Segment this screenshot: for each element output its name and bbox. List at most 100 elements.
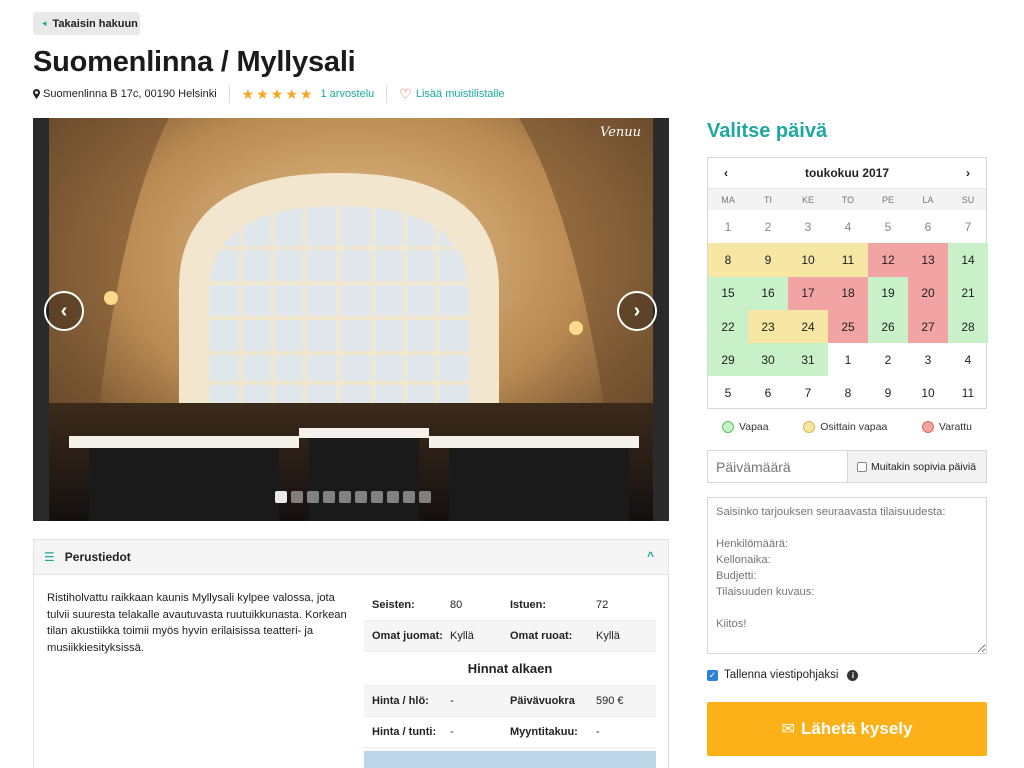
gallery-dot[interactable] [387,491,399,503]
gallery-dot[interactable] [355,491,367,503]
calendar-day[interactable]: 18 [828,276,868,310]
gallery-dot[interactable] [371,491,383,503]
star-icon: ★ [241,85,255,102]
reviews-link[interactable]: 1 arvostelu [320,88,374,100]
calendar-day[interactable]: 28 [948,309,988,344]
venue-description: Ristiholvattu raikkaan kaunis Myllysali … [47,592,347,654]
calendar-day[interactable]: 16 [748,276,788,310]
gallery-prev-button[interactable]: ‹ [44,291,84,331]
day-rent-label: Päivävuokra [510,695,575,707]
calendar-day: 1 [844,352,852,367]
calendar-day[interactable]: 31 [788,343,828,377]
availability-calendar: ‹ toukokuu 2017 › MA TI KE TO PE LA SU 1234567… [707,157,988,409]
own-food-value: Kyllä [596,630,620,642]
calendar-day[interactable]: 21 [948,276,988,310]
calendar-day: 7 [804,386,812,401]
weekday-label: LA [922,194,934,205]
info-icon[interactable]: i [847,669,859,681]
gallery-next-button[interactable]: › [617,291,657,331]
weekday-header: MA TI KE TO PE LA SU [708,189,986,210]
calendar-day[interactable]: 19 [868,276,908,310]
calendar-day[interactable]: 25 [828,309,868,344]
location-map[interactable] [364,751,656,768]
calendar-day[interactable]: 27 [908,309,948,344]
table-row: Seisten: 80 Istuen: 72 [364,590,656,621]
calendar-day[interactable]: 17 [788,276,828,310]
back-to-search-label: Takaisin hakuun [52,17,138,30]
star-icon: ★ [285,85,298,102]
message-textarea[interactable] [707,497,987,654]
table-row: Hinta / tunti: - Myyntitakuu: - [364,717,656,748]
star-icon: ★ [270,85,284,102]
calendar-day[interactable]: 29 [708,343,748,377]
photo-gallery[interactable]: Venuu ‹ › [33,118,669,521]
weekday-label: MA [721,194,735,205]
rating-stars: ★ ★ ★ ★ ★ [242,86,313,103]
gallery-dot[interactable] [403,491,415,503]
calendar-day: 3 [924,352,932,367]
venue-address: Suomenlinna B 17c, 00190 Helsinki [33,88,217,100]
other-days-checkbox[interactable]: Muitakin sopivia päiviä [847,450,987,483]
gallery-dot[interactable] [275,491,287,503]
price-per-person-value: - [450,695,454,707]
weekday-label: PE [881,194,894,205]
calendar-month: toukokuu 2017 [804,166,890,180]
legend-partial-label: Osittain vapaa [820,421,888,433]
next-month-button[interactable]: › [966,166,970,180]
send-inquiry-button[interactable]: ✉ Lähetä kysely [707,702,987,756]
gallery-dot[interactable] [291,491,303,503]
save-template-label: Tallenna viestipohjaksi [724,669,839,681]
gallery-dot[interactable] [323,491,335,503]
calendar-day[interactable]: 9 [748,243,788,277]
checkbox-icon[interactable] [857,461,867,472]
price-per-hour-label: Hinta / tunti: [372,726,437,738]
checkbox-checked-icon[interactable]: ✓ [707,669,718,681]
gallery-dot[interactable] [339,491,351,503]
calendar-day[interactable]: 22 [708,309,748,344]
chevron-up-icon[interactable]: ^ [647,549,654,563]
envelope-icon: ✉ [781,721,795,738]
wishlist-label: Lisää muistilistalle [415,88,505,100]
gallery-dot[interactable] [307,491,319,503]
calendar-day[interactable]: 24 [788,309,828,344]
prices-heading: Hinnat alkaen [364,652,656,686]
calendar-day: 6 [764,386,772,401]
calendar-day[interactable]: 26 [868,309,908,344]
calendar-day: 7 [964,219,972,234]
price-per-hour-value: - [450,726,454,738]
legend-booked: Varattu [921,421,972,433]
divider [386,85,388,103]
calendar-day[interactable]: 15 [708,276,748,310]
calendar-day[interactable]: 12 [868,243,908,277]
calendar-day[interactable]: 20 [908,276,948,310]
back-to-search-button[interactable]: ◂ Takaisin hakuun [33,12,140,35]
basic-info-header[interactable]: ☰ Perustiedot ^ [34,540,668,575]
price-per-person-label: Hinta / hlö: [372,695,429,707]
other-days-label: Muitakin sopivia päiviä [871,460,977,473]
heart-icon: ♡ [399,85,412,102]
save-template-checkbox[interactable]: ✓ Tallenna viestipohjaksi i [707,669,859,681]
prev-month-button[interactable]: ‹ [724,166,728,180]
calendar-day: 10 [921,386,935,401]
gallery-pagination [275,491,431,503]
venuu-logo: Venuu [600,125,642,140]
calendar-day[interactable]: 13 [908,243,948,277]
sales-guarantee-value: - [596,726,600,738]
calendar-day[interactable]: 11 [828,243,868,277]
calendar-day: 4 [844,219,852,234]
calendar-day[interactable]: 30 [748,343,788,377]
gallery-dot[interactable] [419,491,431,503]
calendar-day: 2 [884,352,892,367]
add-to-wishlist-link[interactable]: ♡ Lisää muistilistalle [399,86,504,103]
date-input[interactable] [707,450,847,483]
calendar-day: 1 [724,219,732,234]
calendar-day[interactable]: 10 [788,243,828,277]
basic-info-panel: ☰ Perustiedot ^ Ristiholvattu raikkaan k… [33,539,669,768]
free-dot-icon [722,421,734,433]
sales-guarantee-label: Myyntitakuu: [510,726,578,738]
legend-partial: Osittain vapaa [803,421,887,433]
calendar-day[interactable]: 23 [748,309,788,344]
calendar-day[interactable]: 8 [708,243,748,277]
legend-free: Vapaa [722,421,769,433]
calendar-day[interactable]: 14 [948,243,988,277]
